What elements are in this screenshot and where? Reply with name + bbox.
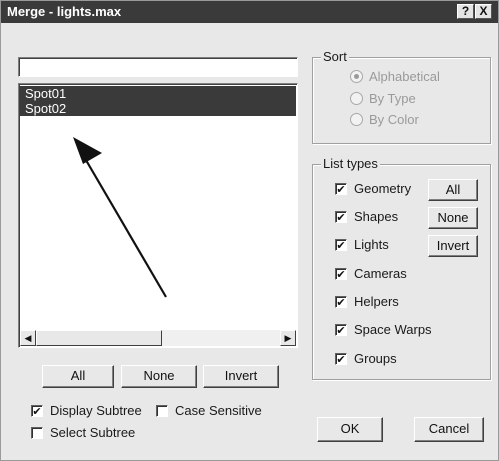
sort-by-type-radio[interactable]: By Type [350, 91, 416, 109]
case-sensitive-label: Case Sensitive [175, 403, 262, 418]
select-subtree-label: Select Subtree [50, 425, 136, 440]
ok-button[interactable]: OK [317, 417, 383, 442]
select-subtree-checkbox[interactable]: Select Subtree [31, 425, 135, 443]
scroll-right-icon[interactable]: ▶ [280, 330, 296, 346]
select-all-button[interactable]: All [42, 365, 114, 388]
arrow-icon [73, 137, 167, 298]
scroll-thumb[interactable] [36, 330, 162, 346]
radio-icon [350, 92, 363, 106]
merge-dialog: Merge - lights.max ? X Spot01 Spot02 ◀ ▶… [0, 0, 499, 461]
types-invert-button[interactable]: Invert [428, 235, 478, 257]
type-lights-checkbox[interactable]: ✔ Lights [335, 237, 389, 255]
select-none-button[interactable]: None [121, 365, 197, 388]
type-cameras-checkbox[interactable]: ✔ Cameras [335, 266, 407, 284]
type-geometry-label: Geometry [354, 181, 412, 196]
title-bar[interactable]: Merge - lights.max ? X [1, 1, 498, 23]
type-helpers-checkbox[interactable]: ✔ Helpers [335, 294, 399, 312]
sort-alphabetical-radio[interactable]: Alphabetical [350, 69, 440, 87]
sort-by-type-label: By Type [369, 91, 416, 106]
checkbox-checked-icon: ✔ [335, 295, 347, 309]
display-subtree-label: Display Subtree [50, 403, 142, 418]
select-invert-button[interactable]: Invert [203, 365, 279, 388]
checkbox-checked-icon: ✔ [335, 210, 347, 224]
scroll-left-icon[interactable]: ◀ [20, 330, 36, 346]
checkbox-checked-icon: ✔ [335, 238, 347, 252]
checkbox-icon [31, 426, 43, 439]
type-geometry-checkbox[interactable]: ✔ Geometry [335, 181, 411, 199]
window-title: Merge - lights.max [7, 4, 122, 19]
sort-alphabetical-label: Alphabetical [369, 69, 440, 84]
checkbox-checked-icon: ✔ [335, 267, 347, 281]
horizontal-scrollbar[interactable]: ◀ ▶ [20, 330, 296, 346]
cancel-button[interactable]: Cancel [414, 417, 484, 442]
list-types-group-label: List types [321, 156, 380, 171]
display-subtree-checkbox[interactable]: ✔ Display Subtree [31, 403, 142, 421]
checkbox-checked-icon: ✔ [335, 352, 347, 366]
type-shapes-label: Shapes [354, 209, 399, 224]
radio-selected-icon [350, 70, 363, 84]
type-cameras-label: Cameras [354, 266, 407, 281]
checkbox-checked-icon: ✔ [335, 323, 347, 337]
checkbox-icon [156, 404, 168, 417]
types-none-button[interactable]: None [428, 207, 478, 229]
type-shapes-checkbox[interactable]: ✔ Shapes [335, 209, 398, 227]
sort-by-color-radio[interactable]: By Color [350, 112, 419, 130]
sort-by-color-label: By Color [369, 112, 419, 127]
type-lights-label: Lights [354, 237, 389, 252]
object-list[interactable]: Spot01 Spot02 ◀ ▶ [18, 83, 298, 348]
case-sensitive-checkbox[interactable]: Case Sensitive [156, 403, 262, 421]
types-all-button[interactable]: All [428, 179, 478, 201]
type-helpers-label: Helpers [354, 294, 399, 309]
filter-input[interactable] [18, 57, 298, 77]
type-space-warps-label: Space Warps [354, 322, 432, 337]
checkbox-checked-icon: ✔ [31, 404, 43, 418]
radio-icon [350, 113, 363, 127]
checkbox-checked-icon: ✔ [335, 182, 347, 196]
type-groups-checkbox[interactable]: ✔ Groups [335, 351, 397, 369]
close-button[interactable]: X [475, 4, 492, 19]
type-space-warps-checkbox[interactable]: ✔ Space Warps [335, 322, 432, 340]
type-groups-label: Groups [354, 351, 397, 366]
sort-group-label: Sort [321, 49, 349, 64]
help-button[interactable]: ? [457, 4, 474, 19]
